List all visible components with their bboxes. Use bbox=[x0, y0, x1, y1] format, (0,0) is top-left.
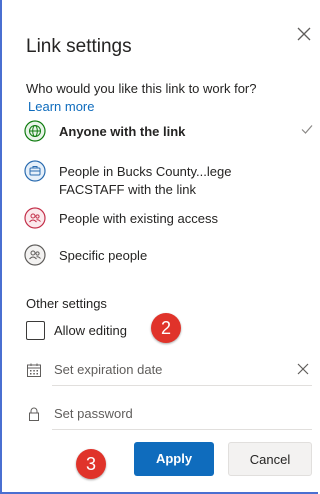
share-option-label: People in Bucks County...lege FACSTAFF w… bbox=[59, 163, 231, 199]
share-option-label: People with existing access bbox=[59, 211, 218, 226]
share-option-label-line2: FACSTAFF with the link bbox=[59, 182, 197, 197]
people-icon bbox=[24, 207, 46, 229]
field-underline bbox=[52, 429, 312, 430]
share-option-existing-access[interactable]: People with existing access bbox=[24, 207, 314, 229]
expiration-date-field[interactable]: Set expiration date bbox=[26, 356, 312, 386]
people-icon bbox=[24, 244, 46, 266]
share-option-label: Specific people bbox=[59, 248, 148, 263]
share-option-label: Anyone with the link bbox=[59, 124, 186, 139]
share-option-anyone[interactable]: Anyone with the link bbox=[24, 120, 314, 142]
share-option-specific-people[interactable]: Specific people bbox=[24, 244, 314, 266]
apply-button[interactable]: Apply bbox=[134, 442, 214, 476]
other-settings-heading: Other settings bbox=[26, 296, 107, 311]
clear-icon[interactable] bbox=[296, 362, 310, 376]
close-icon[interactable] bbox=[296, 26, 312, 42]
dialog-title: Link settings bbox=[26, 36, 132, 57]
step-badge-3: 3 bbox=[76, 449, 106, 479]
step-badge-2: 2 bbox=[151, 313, 181, 343]
share-option-label-line1: People in Bucks County...lege bbox=[59, 164, 232, 179]
field-underline bbox=[52, 385, 312, 386]
checkbox-box[interactable] bbox=[26, 321, 45, 340]
calendar-icon bbox=[27, 363, 41, 377]
password-field[interactable]: Set password bbox=[26, 400, 312, 430]
organization-icon bbox=[24, 160, 46, 182]
lock-icon bbox=[29, 407, 39, 421]
share-question: Who would you like this link to work for… bbox=[26, 81, 257, 96]
globe-icon bbox=[24, 120, 46, 142]
expiration-date-placeholder: Set expiration date bbox=[54, 362, 163, 377]
allow-editing-label: Allow editing bbox=[54, 323, 127, 338]
cancel-button[interactable]: Cancel bbox=[228, 442, 312, 476]
learn-more-link[interactable]: Learn more bbox=[28, 99, 94, 114]
password-placeholder: Set password bbox=[54, 406, 133, 421]
share-option-organization[interactable]: People in Bucks County...lege FACSTAFF w… bbox=[24, 160, 314, 200]
checkmark-icon bbox=[301, 125, 313, 134]
